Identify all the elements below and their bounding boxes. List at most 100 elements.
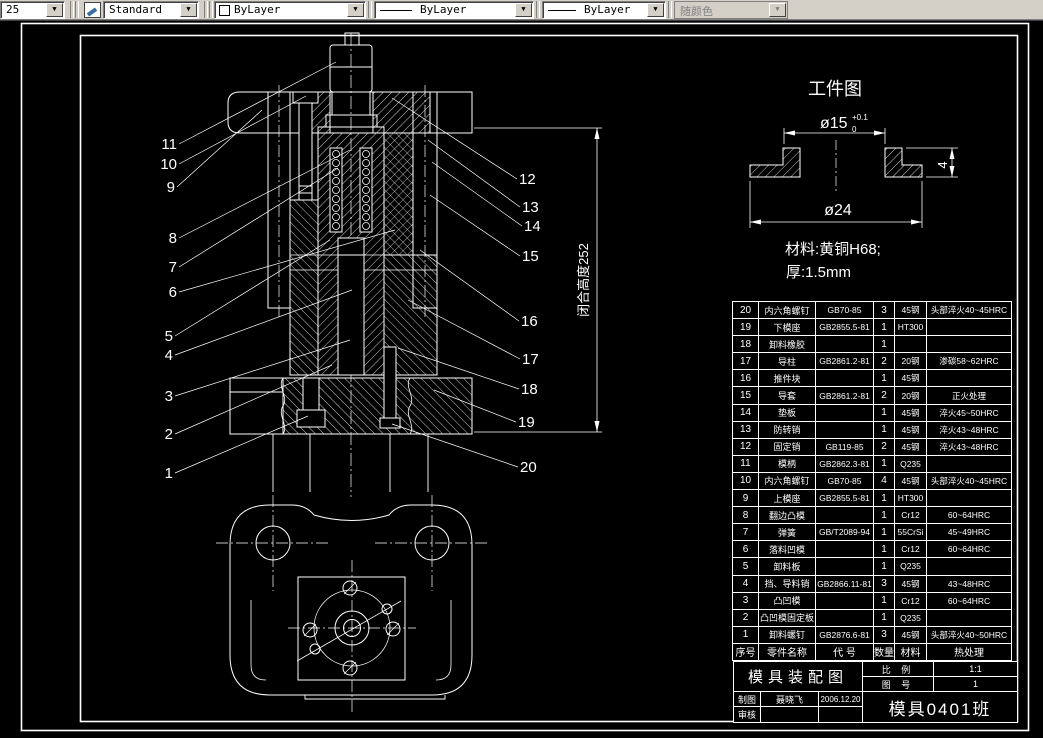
bom-cell	[815, 369, 874, 388]
bom-header-row: 序号 零件名称代 号数量 材料 热处理	[732, 642, 1018, 661]
bom-cell: 卸料橡胶	[758, 335, 816, 354]
plotstyle-combo-value: 随颜色	[680, 5, 713, 18]
bom-cell: GB2861.2-81	[815, 352, 874, 371]
workpiece-thickness-note: 厚:1.5mm	[786, 264, 851, 281]
bom-cell: 凸凹模	[758, 591, 816, 610]
balloon-label: 15	[522, 248, 539, 265]
sheet-number-value: 1	[933, 676, 1018, 692]
bom-cell	[815, 557, 874, 576]
text-style-button[interactable]	[82, 1, 102, 18]
plan-view	[216, 495, 488, 712]
balloon-label: 20	[520, 459, 537, 476]
assembly-section-view	[227, 32, 473, 497]
balloon-label: 3	[165, 388, 173, 405]
bom-cell: 18	[732, 335, 759, 354]
bom-cell: 11	[732, 454, 759, 473]
bom-cell: 4	[732, 574, 759, 593]
table-row: 9 上模座 GB2855.5-81 1 HT300	[732, 489, 1018, 508]
bom-cell	[926, 454, 1012, 473]
bom-cell	[926, 557, 1012, 576]
workpiece-dim-top-tol-upper: +0.1	[852, 113, 868, 122]
balloon-label: 17	[522, 351, 539, 368]
color-combo[interactable]: ByLayer ▼	[214, 1, 366, 19]
left-combo-arrow-icon[interactable]: ▼	[46, 3, 63, 17]
balloon-label: 14	[524, 218, 541, 235]
checker-label: 审核	[733, 706, 761, 723]
bom-cell: GB/T2089-94	[815, 523, 874, 542]
balloon-label: 18	[521, 381, 538, 398]
color-combo-arrow-icon[interactable]: ▼	[347, 3, 364, 17]
bom-cell: 导柱	[758, 352, 816, 371]
bom-cell: Cr12	[894, 506, 927, 525]
bom-cell: 1	[873, 318, 895, 337]
scale-value: 1:1	[933, 661, 1018, 677]
bom-cell: GB2855.5-81	[815, 489, 874, 508]
toolbar: 25 ▼ Standard ▼ ByLayer ▼ ByLayer ▼ ByLa…	[0, 0, 1043, 19]
table-row: 19 下模座 GB2855.5-81 1 HT300	[732, 318, 1018, 337]
bom-cell: 4	[873, 471, 895, 491]
balloon-label: 19	[518, 414, 535, 431]
bom-cell: 1	[873, 489, 895, 508]
bom-cell: 上模座	[758, 489, 816, 508]
linetype-combo-value: ByLayer	[420, 3, 467, 16]
bom-cell	[894, 335, 927, 354]
bom-cell: 7	[732, 523, 759, 542]
bom-cell: 45钢	[894, 574, 927, 593]
style-combo[interactable]: Standard ▼	[103, 1, 199, 19]
bom-cell: 凸凹模固定板	[758, 608, 816, 627]
table-row: 3 凸凹模 1 Cr12 60~64HRC	[732, 591, 1018, 610]
bom-cell: GB119-85	[815, 437, 874, 456]
bom-cell: GB2866.11-81	[815, 574, 874, 593]
bom-cell: HT300	[894, 318, 927, 337]
style-combo-arrow-icon[interactable]: ▼	[180, 3, 197, 17]
bom-cell: 内六角螺钉	[758, 471, 816, 491]
closed-height-label: 闭合高度252	[576, 243, 591, 317]
table-row: 16 推件块 1 45钢	[732, 369, 1018, 388]
table-row: 4 挡、导料销 GB2866.11-81 3 45钢 43~48HRC	[732, 574, 1018, 593]
lineweight-combo-value: ByLayer	[584, 3, 631, 16]
table-row: 17 导柱 GB2861.2-81 2 20钢 渗碳58~62HRC	[732, 352, 1018, 371]
bom-cell: 固定销	[758, 437, 816, 456]
bom-cell: 垫板	[758, 403, 816, 422]
plotstyle-combo: 随颜色 ▼	[674, 1, 788, 19]
color-combo-value: ByLayer	[234, 3, 281, 16]
table-row: 11 模柄 GB2862.3-81 1 Q235	[732, 454, 1018, 473]
balloon-label: 6	[169, 284, 177, 301]
balloon-label: 11	[161, 136, 177, 153]
table-row: 13 防转销 1 45钢 淬火43~48HRC	[732, 420, 1018, 439]
drafter-label: 制图	[733, 691, 761, 707]
bom-cell: 1	[873, 506, 895, 525]
bom-cell: 1	[873, 335, 895, 354]
table-row: 8 翻边凸模 1 Cr12 60~64HRC	[732, 506, 1018, 525]
table-row: 6 落料凹模 1 Cr12 60~64HRC	[732, 540, 1018, 559]
lineweight-combo-arrow-icon[interactable]: ▼	[647, 3, 664, 17]
toolbar-separator	[536, 1, 540, 18]
workpiece-dim-top-tol-lower: 0	[852, 125, 857, 134]
toolbar-separator	[668, 1, 672, 18]
bom-cell: 淬火45~50HRC	[926, 403, 1012, 422]
bom-cell: 3	[873, 574, 895, 593]
left-combo[interactable]: 25 ▼	[0, 1, 65, 19]
bom-cell: 45钢	[894, 625, 927, 644]
table-row: 14 垫板 1 45钢 淬火45~50HRC	[732, 403, 1018, 422]
workpiece-dim-bottom: ø24	[824, 202, 852, 219]
drafter-name: 聂晓飞	[760, 691, 819, 707]
linetype-combo[interactable]: ByLayer ▼	[374, 1, 534, 19]
bom-cell: 正火处理	[926, 386, 1012, 405]
bom-cell: 挡、导料销	[758, 574, 816, 593]
balloon-label: 13	[522, 199, 539, 216]
table-row: 12 固定销 GB119-85 2 45钢 淬火43~48HRC	[732, 437, 1018, 456]
table-row: 5 卸料板 1 Q235	[732, 557, 1018, 576]
balloon-label: 1	[165, 465, 173, 482]
lineweight-combo[interactable]: ByLayer ▼	[542, 1, 666, 19]
linetype-combo-arrow-icon[interactable]: ▼	[515, 3, 532, 17]
scale-label: 比 例	[862, 661, 934, 677]
bom-cell: GB2855.5-81	[815, 318, 874, 337]
drawing-date: 2006.12.20	[818, 691, 863, 707]
bom-cell: 推件块	[758, 369, 816, 388]
bom-cell: GB2876.6-81	[815, 625, 874, 644]
sheet-number-label: 图 号	[862, 676, 934, 692]
toolbar-separator	[209, 1, 213, 18]
closed-height-dimension: 闭合高度252	[474, 127, 602, 433]
workpiece-title: 工件图	[808, 79, 862, 99]
